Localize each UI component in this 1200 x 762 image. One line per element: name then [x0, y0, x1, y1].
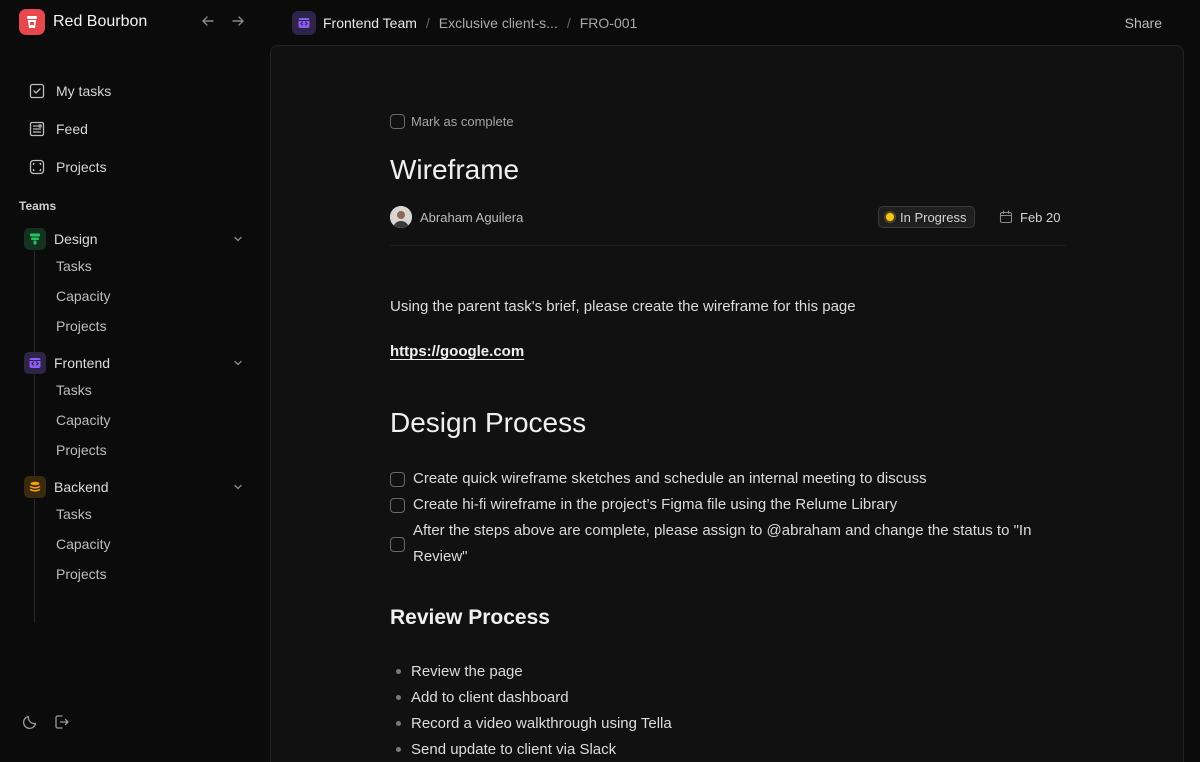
mark-complete-checkbox[interactable]	[390, 114, 405, 129]
design-capacity-link[interactable]: Capacity	[24, 281, 246, 311]
reference-link[interactable]: https://google.com	[390, 343, 524, 360]
checklist-checkbox[interactable]	[390, 536, 405, 552]
nav-item-my-tasks[interactable]: My tasks	[28, 72, 111, 110]
checklist-item: After the steps above are complete, plea…	[390, 518, 1066, 570]
teams-heading: Teams	[19, 199, 57, 213]
backend-capacity-link[interactable]: Capacity	[24, 529, 246, 559]
chevron-down-icon[interactable]	[232, 481, 244, 493]
breadcrumb-separator: /	[425, 15, 430, 31]
share-button[interactable]: Share	[1125, 15, 1162, 31]
calendar-icon	[999, 210, 1013, 224]
team-header-frontend[interactable]: Frontend	[24, 351, 246, 375]
forward-arrow-icon[interactable]	[230, 13, 246, 29]
review-list: Review the page Add to client dashboard …	[390, 658, 672, 762]
breadcrumb-separator: /	[566, 15, 571, 31]
team-name: Backend	[54, 479, 109, 495]
design-projects-link[interactable]: Projects	[24, 311, 246, 341]
checklist-item: Create quick wireframe sketches and sche…	[390, 466, 1066, 492]
nav-item-label: My tasks	[56, 83, 112, 99]
due-date[interactable]: Feb 20	[999, 206, 1060, 228]
checklist-text: Create hi-fi wireframe in the project’s …	[413, 496, 898, 513]
list-item: Review the page	[390, 658, 672, 684]
sidebar: Red Bourbon My tasks Feed Projects Teams…	[0, 0, 262, 762]
frontend-team-icon	[24, 352, 46, 374]
assignee[interactable]: Abraham Aguilera	[390, 206, 523, 228]
team-frontend: Frontend Tasks Capacity Projects	[24, 351, 246, 479]
logout-icon[interactable]	[53, 713, 71, 731]
checklist-checkbox[interactable]	[390, 497, 405, 513]
design-checklist: Create quick wireframe sketches and sche…	[390, 466, 1066, 570]
checklist-text: Create quick wireframe sketches and sche…	[413, 470, 927, 487]
app-name: Red Bourbon	[53, 13, 148, 30]
mark-complete-toggle[interactable]: Mark as complete	[390, 114, 514, 129]
dark-mode-moon-icon[interactable]	[21, 713, 39, 731]
breadcrumb-team[interactable]: Frontend Team	[323, 15, 417, 31]
nav-item-feed[interactable]: Feed	[28, 110, 111, 148]
status-dot-icon	[886, 213, 894, 221]
chevron-down-icon[interactable]	[232, 357, 244, 369]
backend-projects-link[interactable]: Projects	[24, 559, 246, 589]
assignee-name: Abraham Aguilera	[420, 209, 524, 225]
design-process-heading: Design Process	[390, 407, 587, 438]
team-name: Design	[54, 231, 98, 247]
status-badge[interactable]: In Progress	[878, 206, 976, 228]
review-process-heading: Review Process	[390, 606, 550, 629]
frontend-capacity-link[interactable]: Capacity	[24, 405, 246, 435]
breadcrumb-task-id[interactable]: FRO-001	[580, 15, 638, 31]
design-tasks-link[interactable]: Tasks	[24, 251, 246, 281]
team-tree-line	[34, 251, 35, 355]
due-date-label: Feb 20	[1020, 209, 1061, 225]
list-item: Add to client dashboard	[390, 684, 672, 710]
status-label: In Progress	[900, 209, 967, 225]
team-header-backend[interactable]: Backend	[24, 475, 246, 499]
frontend-projects-link[interactable]: Projects	[24, 435, 246, 465]
back-arrow-icon[interactable]	[200, 13, 216, 29]
team-tree-line	[34, 499, 35, 623]
checklist-checkbox[interactable]	[390, 471, 405, 487]
design-team-icon	[24, 228, 46, 250]
team-backend: Backend Tasks Capacity Projects	[24, 475, 246, 623]
list-item: Record a video walkthrough using Tella	[390, 710, 672, 736]
nav-item-projects[interactable]: Projects	[28, 148, 111, 186]
list-item: Send update to client via Slack	[390, 736, 672, 762]
checkbox-icon	[28, 82, 46, 100]
sidebar-footer	[21, 713, 71, 731]
team-header-design[interactable]: Design	[24, 227, 246, 251]
breadcrumb-project[interactable]: Exclusive client-s...	[439, 15, 558, 31]
backend-tasks-link[interactable]: Tasks	[24, 499, 246, 529]
team-name: Frontend	[54, 355, 111, 371]
frontend-tasks-link[interactable]: Tasks	[24, 375, 246, 405]
task-title[interactable]: Wireframe	[390, 154, 519, 186]
feed-icon	[28, 120, 46, 138]
checklist-text: After the steps above are complete, plea…	[413, 522, 1032, 565]
mark-complete-label: Mark as complete	[411, 114, 514, 129]
avatar	[390, 206, 412, 228]
main-nav: My tasks Feed Projects	[28, 72, 111, 186]
frontend-team-icon	[292, 11, 316, 35]
task-detail-panel: Mark as complete Wireframe Abraham Aguil…	[270, 45, 1184, 762]
brand[interactable]: Red Bourbon	[19, 9, 147, 35]
top-bar: Frontend Team / Exclusive client-s... / …	[292, 10, 1162, 36]
nav-item-label: Projects	[56, 159, 107, 175]
divider	[390, 245, 1066, 246]
task-meta-row: Abraham Aguilera In Progress Feb 20	[390, 206, 1066, 228]
team-design: Design Tasks Capacity Projects	[24, 227, 246, 355]
brand-logo-icon	[19, 9, 45, 35]
backend-team-icon	[24, 476, 46, 498]
task-description: Using the parent task's brief, please cr…	[390, 298, 856, 315]
history-nav	[200, 13, 246, 29]
nav-item-label: Feed	[56, 121, 88, 137]
chevron-down-icon[interactable]	[232, 233, 244, 245]
team-tree-line	[34, 375, 35, 479]
projects-icon	[28, 158, 46, 176]
checklist-item: Create hi-fi wireframe in the project’s …	[390, 492, 1066, 518]
